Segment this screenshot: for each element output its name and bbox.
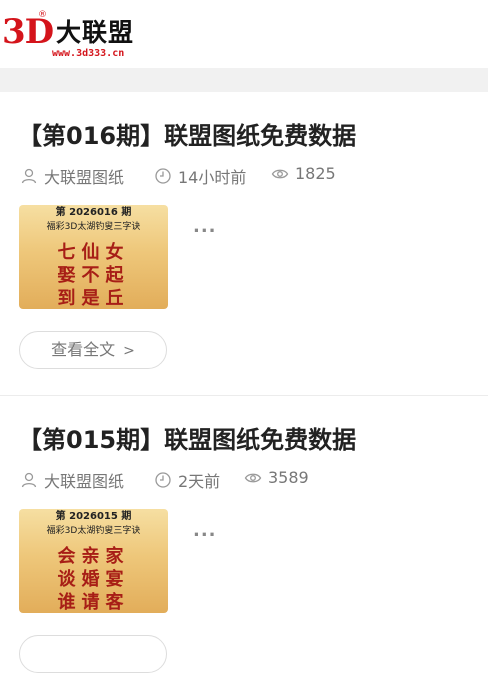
meta-time: 2天前 — [154, 468, 220, 492]
article-card: 【第015期】联盟图纸免费数据 大联盟图纸 2天前 3589 第 2026015… — [0, 395, 488, 673]
site-logo[interactable]: 3D ® 大联盟 www.3d333.cn — [0, 10, 150, 62]
article-thumbnail[interactable]: 第 2026016 期 福彩3D太湖钓叟三字诀 七仙女 娶不起 到是丘 — [19, 205, 168, 309]
read-more-label: 查看全文 — [51, 340, 116, 359]
header-divider-bar — [0, 68, 488, 92]
view-count: 3589 — [268, 468, 309, 487]
user-icon — [21, 472, 37, 488]
chevron-right-icon: > — [123, 343, 135, 359]
thumbnail-issue: 第 2026016 期 — [55, 207, 132, 218]
poem-line: 七仙女 — [57, 242, 130, 263]
poem-line: 娶不起 — [57, 265, 130, 286]
site-header: 3D ® 大联盟 www.3d333.cn — [0, 0, 488, 68]
meta-author[interactable]: 大联盟图纸 — [20, 468, 124, 492]
article-excerpt: ... — [193, 216, 217, 237]
eye-icon — [271, 169, 289, 178]
author-name: 大联盟图纸 — [44, 168, 125, 187]
post-time: 2天前 — [178, 472, 221, 491]
thumbnail-poem: 会亲家 谈婚宴 谁请客 — [19, 545, 168, 613]
poem-line: 到是丘 — [57, 288, 130, 309]
read-more-button[interactable] — [19, 635, 167, 673]
view-count: 1825 — [295, 164, 336, 183]
meta-author[interactable]: 大联盟图纸 — [20, 164, 124, 188]
article-title[interactable]: 【第016期】联盟图纸免费数据 — [18, 121, 356, 151]
logo-name: 大联盟 — [56, 18, 135, 47]
read-more-button[interactable]: 查看全文 > — [19, 331, 167, 369]
article-thumbnail[interactable]: 第 2026015 期 福彩3D太湖钓叟三字诀 会亲家 谈婚宴 谁请客 — [19, 509, 168, 613]
thumbnail-subtitle: 福彩3D太湖钓叟三字诀 — [46, 526, 141, 536]
poem-line: 谁请客 — [57, 592, 130, 613]
author-name: 大联盟图纸 — [44, 472, 125, 491]
meta-views: 1825 — [271, 164, 336, 183]
thumbnail-subtitle: 福彩3D太湖钓叟三字诀 — [46, 222, 141, 232]
thumbnail-poem: 七仙女 娶不起 到是丘 — [19, 241, 168, 309]
post-time: 14小时前 — [178, 168, 247, 187]
thumbnail-issue: 第 2026015 期 — [55, 511, 132, 522]
article-title[interactable]: 【第015期】联盟图纸免费数据 — [18, 425, 356, 455]
clock-icon — [155, 472, 171, 488]
user-icon — [21, 168, 37, 184]
meta-time: 14小时前 — [154, 164, 246, 188]
article-excerpt: ... — [193, 520, 217, 541]
clock-icon — [155, 168, 171, 184]
logo-url: www.3d333.cn — [52, 48, 125, 59]
poem-line: 会亲家 — [57, 546, 130, 567]
poem-line: 谈婚宴 — [57, 569, 130, 590]
eye-icon — [244, 473, 262, 482]
meta-views: 3589 — [244, 468, 309, 487]
logo-registered: ® — [38, 10, 47, 20]
